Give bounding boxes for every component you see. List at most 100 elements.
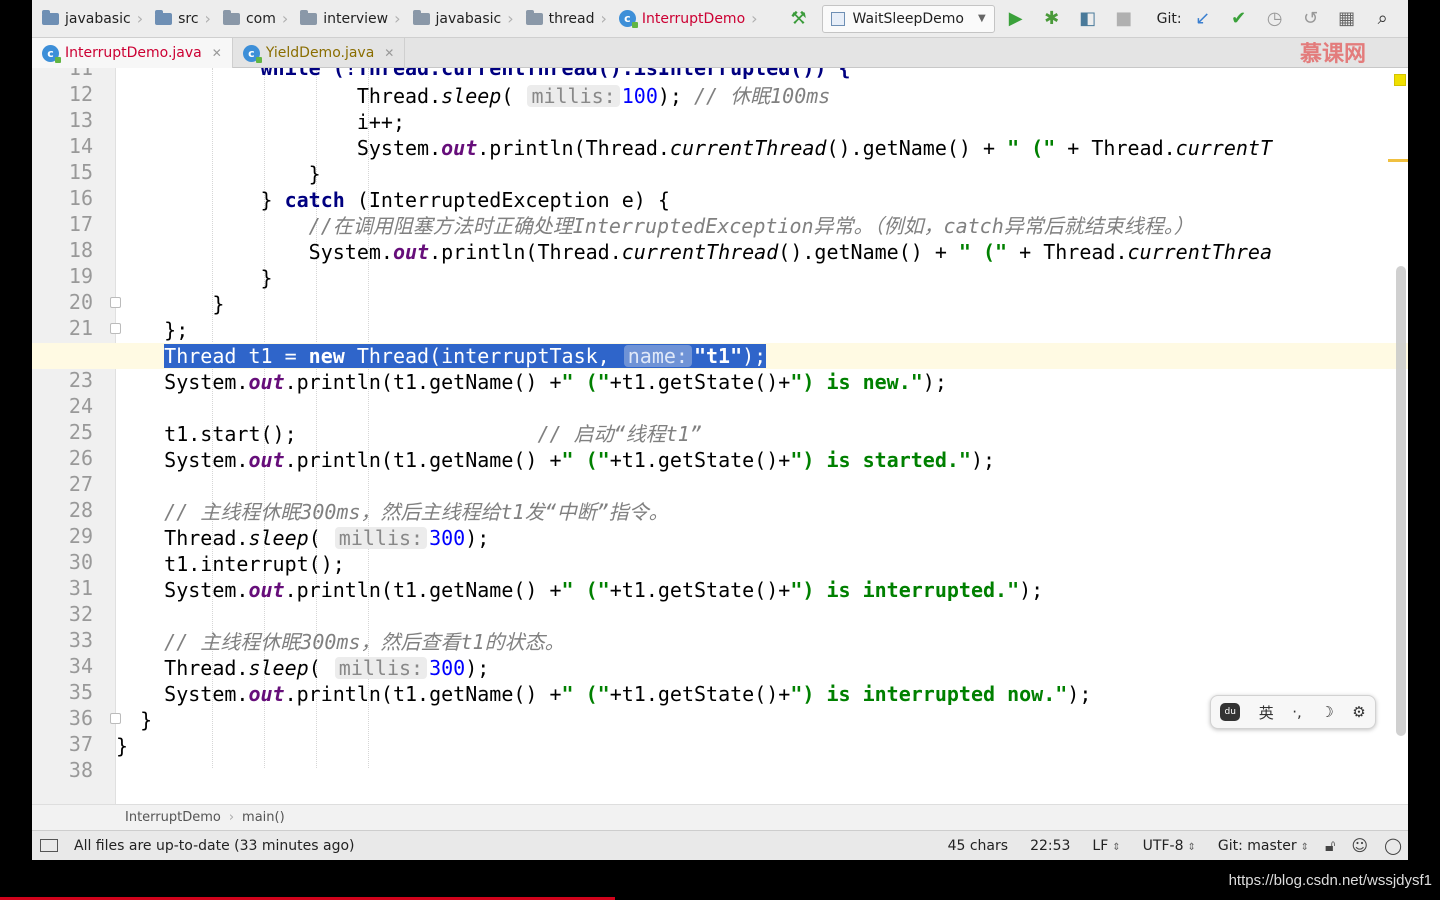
- code-token: Thread.: [164, 656, 249, 680]
- code-editor[interactable]: 1112131415161718192021222324252627282930…: [32, 68, 1408, 804]
- line-number: 25: [68, 420, 93, 444]
- code-token: }: [308, 162, 321, 186]
- class-icon: c: [242, 44, 262, 63]
- search-icon[interactable]: ⌕: [1368, 4, 1398, 34]
- code-comment: // 主线程休眠300ms，然后查看t1的状态。: [164, 630, 565, 654]
- breadcrumb-method[interactable]: main(): [242, 810, 285, 825]
- code-token: System.: [164, 578, 249, 602]
- breadcrumb-label: src: [178, 10, 199, 27]
- tool-windows-toggle-icon[interactable]: [40, 839, 58, 852]
- breadcrumb-interview[interactable]: interview ›: [290, 0, 402, 37]
- breadcrumb-thread[interactable]: thread ›: [516, 0, 609, 37]
- git-label: Git:: [1156, 10, 1182, 27]
- chevron-right-icon: ›: [204, 9, 211, 28]
- close-icon[interactable]: ✕: [384, 46, 394, 60]
- build-hammer-icon[interactable]: ⚒: [784, 4, 814, 34]
- inspection-status-marker[interactable]: [1394, 74, 1406, 86]
- code-token: .println(Thread.: [429, 240, 622, 264]
- breadcrumb-label: javabasic: [65, 10, 131, 27]
- code-token: + Thread.: [1007, 240, 1128, 264]
- code-string: " (": [561, 448, 610, 472]
- line-number: 12: [68, 82, 93, 106]
- encoding-selector[interactable]: UTF-8 ⇕: [1143, 838, 1196, 854]
- ime-logo-icon[interactable]: du: [1220, 703, 1241, 721]
- code-token: 300: [429, 526, 466, 550]
- stop-icon[interactable]: ■: [1109, 4, 1139, 34]
- code-token: System.: [164, 448, 249, 472]
- vcs-update-icon[interactable]: ↙: [1188, 4, 1218, 34]
- ime-toolbar[interactable]: du 英 ·, ☽ ⚙: [1210, 695, 1376, 729]
- code-token: Thread t1 =: [164, 344, 309, 368]
- breadcrumb-class[interactable]: InterruptDemo: [125, 810, 221, 825]
- line-number-gutter: 1112131415161718192021222324252627282930…: [32, 68, 148, 804]
- moon-icon[interactable]: ☽: [1320, 703, 1333, 721]
- chevron-right-icon: ›: [228, 810, 235, 825]
- code-token: 300: [429, 656, 466, 680]
- line-number: 37: [68, 732, 93, 756]
- code-string: ") is interrupted now.": [790, 682, 1068, 706]
- lock-icon[interactable]: 🔓︎: [1325, 836, 1335, 856]
- class-icon: c: [618, 10, 638, 28]
- debug-bug-icon[interactable]: ✱: [1037, 4, 1067, 34]
- code-line-29: Thread.sleep( millis: 300);: [116, 525, 1408, 551]
- run-with-coverage-icon[interactable]: ◧: [1073, 4, 1103, 34]
- selected-code[interactable]: Thread t1 = new Thread(interruptTask, na…: [164, 344, 767, 368]
- line-number: 30: [68, 550, 93, 574]
- source-folder-icon: [155, 9, 173, 25]
- code-line-30: t1.interrupt();: [116, 551, 1408, 577]
- code-token: while (!Thread.currentThread().isInterru…: [260, 68, 851, 80]
- updown-icon: ⇕: [1300, 841, 1310, 853]
- ime-punctuation-toggle[interactable]: ·,: [1292, 703, 1302, 721]
- tab-interruptdemo[interactable]: c InterruptDemo.java ✕: [32, 38, 233, 68]
- run-configuration-select[interactable]: WaitSleepDemo ▼: [821, 4, 995, 33]
- breadcrumb-javabasic-module[interactable]: javabasic ›: [32, 0, 145, 37]
- csdn-watermark: https://blog.csdn.net/wssjdysf1: [1228, 872, 1432, 889]
- code-line-18: System.out.println(Thread.currentThread(…: [116, 239, 1408, 265]
- code-string: ") is started.": [790, 448, 971, 472]
- line-number: 17: [68, 212, 93, 236]
- code-line-19: }: [116, 265, 1408, 291]
- code-token: (: [308, 656, 333, 680]
- revert-icon[interactable]: ↺: [1296, 4, 1326, 34]
- tab-yielddemo[interactable]: c YieldDemo.java ✕: [233, 38, 406, 68]
- code-token: System.: [164, 682, 249, 706]
- close-icon[interactable]: ✕: [212, 46, 222, 60]
- event-log-icon[interactable]: ◯: [1384, 836, 1402, 855]
- code-area[interactable]: while (!Thread.currentThread().isInterru…: [32, 68, 1408, 804]
- breadcrumb-src[interactable]: src ›: [145, 0, 213, 37]
- line-number: 38: [68, 758, 93, 782]
- breadcrumb-javabasic-package[interactable]: javabasic ›: [403, 0, 516, 37]
- code-token: ().getName() +: [826, 136, 1008, 160]
- vcs-commit-check-icon[interactable]: ✔: [1224, 4, 1254, 34]
- navigation-bar: javabasic › src › com › interview › java…: [32, 0, 1408, 38]
- line-separator-value: LF: [1092, 837, 1109, 854]
- breadcrumb-com[interactable]: com ›: [213, 0, 290, 37]
- vcs-history-clock-icon[interactable]: ◷: [1260, 4, 1290, 34]
- code-token: }: [140, 708, 153, 732]
- line-separator-selector[interactable]: LF ⇕: [1092, 838, 1120, 854]
- editor-tabs: c InterruptDemo.java ✕ c YieldDemo.java …: [32, 38, 1408, 68]
- chevron-right-icon: ›: [600, 9, 607, 28]
- parameter-hint: millis:: [527, 85, 620, 107]
- git-branch-selector[interactable]: Git: master ⇕: [1218, 838, 1309, 854]
- breadcrumb-label: javabasic: [435, 10, 502, 27]
- inspector-person-icon[interactable]: ☺: [1351, 836, 1368, 855]
- code-token: .println(t1.getName() +: [284, 578, 562, 602]
- gear-icon[interactable]: ⚙: [1352, 703, 1365, 721]
- parameter-hint: millis:: [334, 527, 428, 549]
- vertical-scrollbar[interactable]: [1396, 266, 1406, 736]
- code-string: " (": [561, 682, 610, 706]
- line-number: 31: [68, 576, 93, 600]
- caret-position[interactable]: 22:53: [1030, 838, 1070, 854]
- code-line-15: }: [116, 161, 1408, 187]
- warning-stripe-marker[interactable]: [1388, 159, 1408, 162]
- project-structure-icon[interactable]: ▦: [1332, 4, 1362, 34]
- run-icon[interactable]: ▶: [1001, 4, 1031, 34]
- line-number: 24: [68, 394, 93, 418]
- code-token: out: [248, 578, 285, 602]
- line-number: 27: [68, 472, 93, 496]
- breadcrumb-interruptdemo[interactable]: c InterruptDemo ›: [609, 0, 760, 37]
- ime-language-toggle[interactable]: 英: [1259, 702, 1274, 723]
- code-token: sleep: [441, 84, 502, 108]
- code-token: currentT: [1175, 136, 1272, 160]
